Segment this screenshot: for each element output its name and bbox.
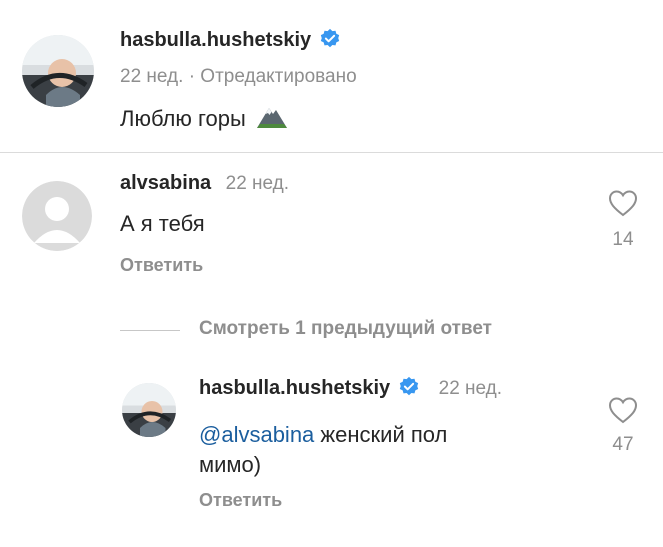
mountain-emoji-icon — [256, 108, 287, 128]
view-replies-button[interactable]: Смотреть 1 предыдущий ответ — [199, 318, 492, 340]
comment-text: А я тебя — [120, 211, 205, 236]
verified-badge-icon — [321, 28, 340, 48]
comment-author-username[interactable]: alvsabina — [120, 172, 211, 194]
post-meta: 22 нед. · Отредактировано — [120, 66, 357, 87]
comment-like-count: 14 — [612, 229, 634, 250]
post-author-username[interactable]: hasbulla.hushetskiy — [120, 28, 341, 52]
default-avatar-icon — [22, 181, 92, 251]
comment-reply-button[interactable]: Ответить — [120, 255, 203, 276]
heart-outline-icon[interactable] — [608, 189, 638, 217]
comment-time: 22 нед. — [225, 173, 290, 194]
post-author-avatar[interactable] — [22, 35, 94, 107]
reply-like-count: 47 — [612, 434, 634, 455]
reply-text: @alvsabina женский пол мимо) — [199, 422, 448, 477]
reply-reply-button[interactable]: Ответить — [199, 490, 282, 511]
section-divider — [0, 152, 663, 153]
reply-header: hasbulla.hushetskiy 22 нед. — [199, 376, 502, 400]
reply-author-avatar[interactable] — [122, 383, 176, 437]
heart-outline-icon[interactable] — [608, 396, 638, 424]
reply-time: 22 нед. — [438, 378, 503, 399]
comment-author-avatar[interactable] — [22, 181, 92, 251]
replies-line — [120, 330, 180, 331]
avatar-photo — [122, 383, 176, 437]
post-caption: Люблю горы — [120, 103, 288, 132]
comment-header: alvsabina 22 нед. — [120, 172, 289, 195]
reply-author-username[interactable]: hasbulla.hushetskiy — [199, 377, 390, 399]
avatar-photo — [22, 35, 94, 107]
mention-link[interactable]: @alvsabina — [199, 422, 314, 447]
verified-badge-icon — [400, 376, 419, 396]
